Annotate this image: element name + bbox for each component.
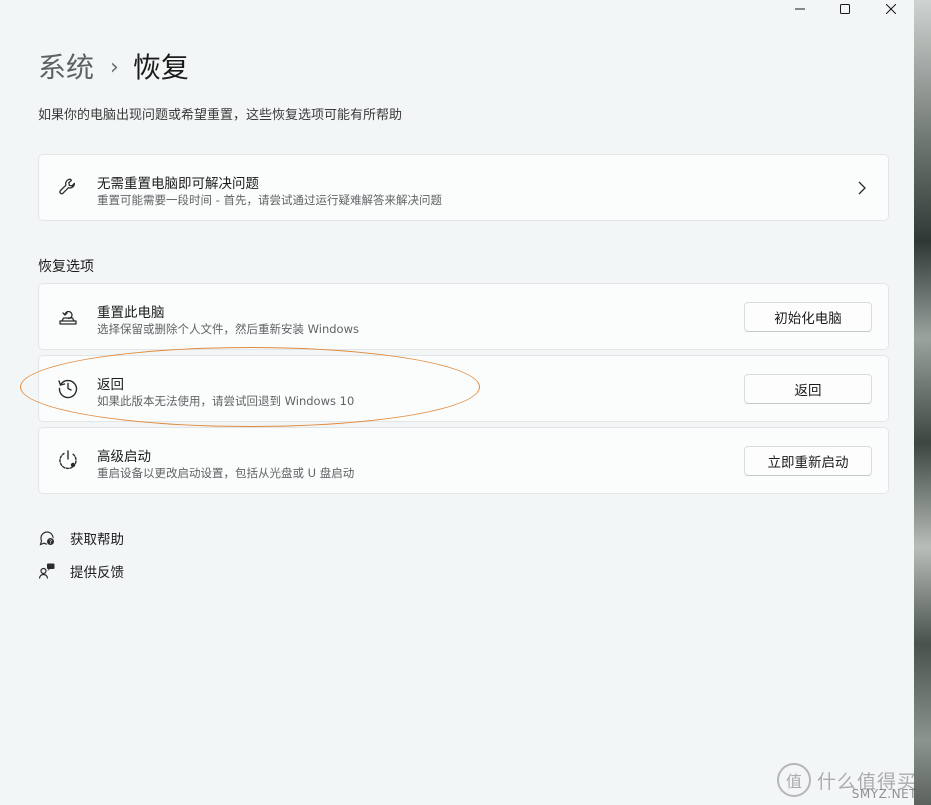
- reset-pc-title: 重置此电脑: [97, 305, 165, 321]
- reset-pc-icon: [56, 304, 80, 328]
- give-feedback-link[interactable]: 提供反馈: [38, 560, 124, 582]
- troubleshoot-title: 无需重置电脑即可解决问题: [97, 176, 259, 192]
- reset-pc-card: 重置此电脑 选择保留或删除个人文件，然后重新安装 Windows 初始化电脑: [38, 283, 889, 350]
- settings-window: 系统 › 恢复 如果你的电脑出现问题或希望重置，这些恢复选项可能有所帮助 无需重…: [0, 0, 914, 805]
- reset-pc-button[interactable]: 初始化电脑: [744, 302, 872, 332]
- restart-now-button[interactable]: 立即重新启动: [744, 446, 872, 476]
- recovery-options-heading: 恢复选项: [38, 259, 94, 275]
- page-subtitle: 如果你的电脑出现问题或希望重置，这些恢复选项可能有所帮助: [38, 108, 403, 123]
- give-feedback-label: 提供反馈: [70, 565, 124, 581]
- go-back-card: 返回 如果此版本无法使用，请尝试回退到 Windows 10 返回: [38, 355, 889, 422]
- breadcrumb: 系统 › 恢复: [38, 46, 189, 90]
- breadcrumb-parent-system[interactable]: 系统: [38, 46, 94, 90]
- help-icon: ?: [38, 529, 56, 547]
- feedback-icon: [38, 562, 56, 580]
- history-icon: [56, 376, 80, 400]
- troubleshoot-card[interactable]: 无需重置电脑即可解决问题 重置可能需要一段时间 - 首先，请尝试通过运行疑难解答…: [38, 154, 889, 221]
- get-help-link[interactable]: ? 获取帮助: [38, 527, 124, 549]
- maximize-button[interactable]: [822, 0, 868, 18]
- chevron-right-icon: [856, 180, 868, 196]
- close-button[interactable]: [868, 0, 914, 18]
- reset-pc-desc: 选择保留或删除个人文件，然后重新安装 Windows: [97, 322, 359, 336]
- go-back-title: 返回: [97, 377, 124, 393]
- go-back-desc: 如果此版本无法使用，请尝试回退到 Windows 10: [97, 394, 355, 408]
- get-help-label: 获取帮助: [70, 532, 124, 548]
- advanced-startup-desc: 重启设备以更改启动设置，包括从光盘或 U 盘启动: [97, 466, 355, 480]
- go-back-button[interactable]: 返回: [744, 374, 872, 404]
- desktop-background: [914, 0, 931, 805]
- watermark-logo: 值: [776, 763, 811, 797]
- page-title: 恢复: [132, 51, 189, 84]
- advanced-startup-card: 高级启动 重启设备以更改启动设置，包括从光盘或 U 盘启动 立即重新启动: [38, 427, 889, 494]
- advanced-startup-icon: [56, 448, 80, 472]
- wrench-icon: [56, 175, 80, 199]
- minimize-icon: [795, 8, 805, 10]
- minimize-button[interactable]: [777, 0, 823, 18]
- advanced-startup-title: 高级启动: [97, 449, 151, 465]
- maximize-icon: [840, 4, 850, 14]
- close-icon: [886, 4, 896, 14]
- watermark: 值 什么值得买 SMYZ.NET: [776, 763, 917, 801]
- svg-text:?: ?: [49, 539, 52, 546]
- breadcrumb-separator: ›: [110, 55, 119, 80]
- troubleshoot-desc: 重置可能需要一段时间 - 首先，请尝试通过运行疑难解答来解决问题: [97, 193, 442, 207]
- watermark-sub: SMYZ.NET: [851, 787, 917, 801]
